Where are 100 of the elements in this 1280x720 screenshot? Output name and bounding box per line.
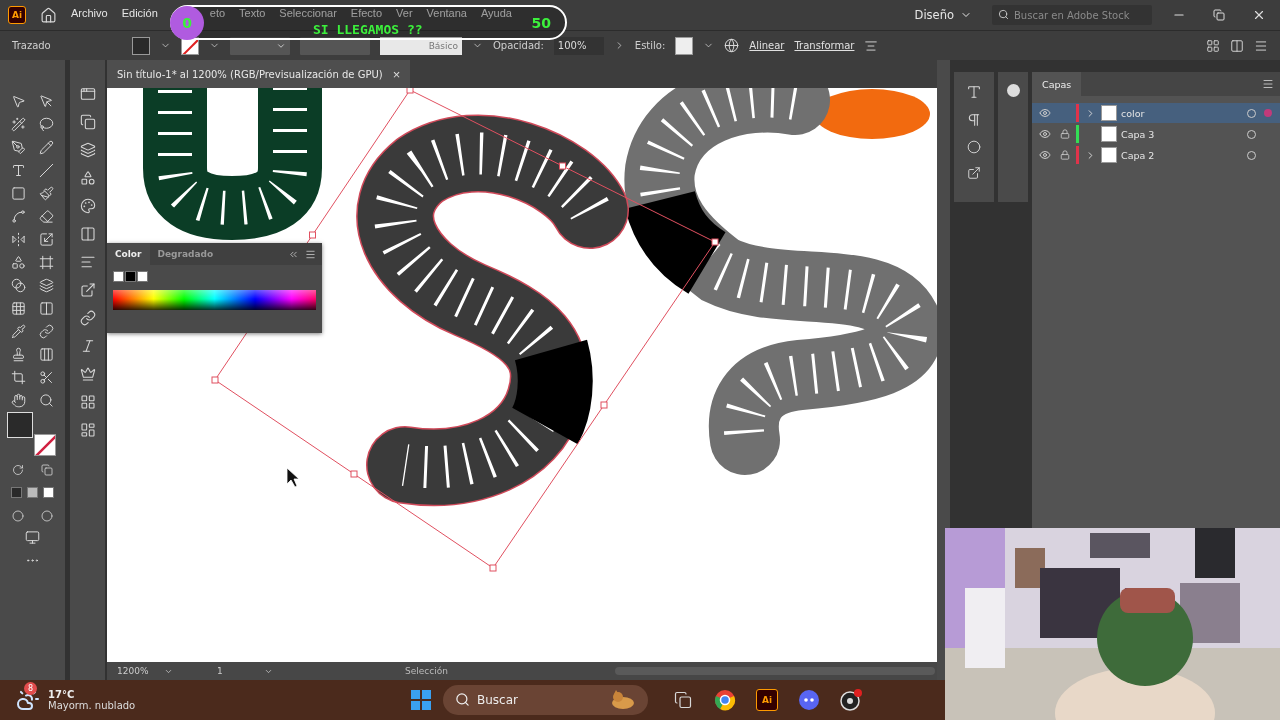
stroke-profile-dropdown[interactable]: Básico <box>380 36 462 55</box>
link-icon[interactable] <box>39 324 55 339</box>
color-spectrum[interactable] <box>113 290 316 310</box>
artboard-dropdown[interactable]: 1 <box>215 664 275 678</box>
frame-icon[interactable] <box>39 255 55 270</box>
layer-row[interactable]: Capa 3 <box>1032 124 1280 144</box>
search-field[interactable]: Buscar en Adobe Stock <box>992 5 1152 25</box>
taskbar-search-field[interactable]: Buscar <box>443 685 648 715</box>
hand-icon[interactable] <box>10 393 26 408</box>
scale-icon[interactable] <box>39 232 55 247</box>
character-icon[interactable] <box>966 84 982 100</box>
palette-icon[interactable] <box>79 198 96 214</box>
stroke-color-swatch[interactable] <box>33 434 56 456</box>
layer-name[interactable]: Capa 3 <box>1121 128 1243 140</box>
color-swatch[interactable] <box>137 271 148 282</box>
lock-icon[interactable] <box>1060 129 1070 139</box>
menu-item[interactable]: Ayuda <box>480 7 512 19</box>
grid-icon[interactable] <box>79 394 96 410</box>
eraser-icon[interactable] <box>39 209 55 224</box>
external-link-icon[interactable] <box>79 282 96 298</box>
menu-item[interactable]: Ver <box>396 7 413 19</box>
scissors-icon[interactable] <box>39 370 55 385</box>
pen-icon[interactable] <box>10 140 26 155</box>
selection-bounding-box[interactable] <box>211 88 719 572</box>
paragraph-icon[interactable] <box>966 112 982 128</box>
type-icon[interactable] <box>10 163 26 178</box>
close-tab-button[interactable]: × <box>392 66 401 82</box>
panel-tab[interactable]: Degradado <box>149 243 222 265</box>
layers-icon[interactable] <box>79 142 96 158</box>
shapes-icon[interactable] <box>79 170 96 186</box>
fill-color-swatch[interactable] <box>6 412 33 438</box>
chat-app-icon[interactable] <box>798 689 820 711</box>
browser-icon[interactable] <box>714 689 736 711</box>
menu-item[interactable]: Efecto <box>350 7 383 19</box>
window-icon[interactable] <box>79 86 96 102</box>
swap-icon[interactable] <box>12 463 25 476</box>
menu-item[interactable]: Seleccionar <box>279 7 337 19</box>
recorder-app-icon[interactable] <box>839 688 863 712</box>
opacity-field[interactable]: 100% <box>553 36 604 55</box>
menu-item[interactable]: Texto <box>239 7 266 19</box>
pencil-icon[interactable] <box>39 140 55 155</box>
eye-icon[interactable] <box>1039 149 1051 161</box>
rectangle-icon[interactable] <box>10 186 26 201</box>
panel-link[interactable]: Transformar <box>794 40 855 51</box>
color-swatch[interactable] <box>125 271 136 282</box>
layer-row[interactable]: color <box>1032 103 1280 123</box>
lasso-icon[interactable] <box>39 117 55 132</box>
panel-link[interactable]: Alinear <box>749 40 785 51</box>
crown-icon[interactable] <box>79 366 96 382</box>
illustrator-app-button[interactable]: Ai <box>756 689 778 711</box>
screen-mode-icon[interactable] <box>25 529 40 545</box>
direct-selection-arrow-icon[interactable] <box>39 94 55 109</box>
panel-tab[interactable]: Capas <box>1032 72 1082 96</box>
lock-icon[interactable] <box>1060 150 1070 160</box>
layers-icon[interactable] <box>39 278 55 293</box>
magnifier-icon[interactable] <box>39 393 55 408</box>
align-icon[interactable] <box>864 38 879 53</box>
reflect-icon[interactable] <box>10 232 26 247</box>
color-mode-swatch[interactable] <box>11 487 22 498</box>
stroke-weight-dropdown[interactable] <box>230 36 290 55</box>
selection-arrow-icon[interactable] <box>10 94 26 109</box>
app-logo[interactable]: Ai <box>8 6 26 24</box>
columns-icon[interactable] <box>39 347 55 362</box>
dashboard-icon[interactable] <box>79 422 96 438</box>
link-icon[interactable] <box>79 310 96 326</box>
menu-item[interactable]: Archivo <box>71 7 108 19</box>
menu-icon[interactable] <box>1254 38 1268 53</box>
menu-item[interactable]: Ventana <box>426 7 467 19</box>
line-icon[interactable] <box>39 163 55 178</box>
fill-swatch[interactable] <box>132 36 150 55</box>
crop-icon[interactable] <box>10 370 26 385</box>
gradient-icon[interactable] <box>39 301 55 316</box>
shapes-icon[interactable] <box>10 255 26 270</box>
style-swatch[interactable] <box>675 36 694 55</box>
stamp-icon[interactable] <box>10 347 26 362</box>
eye-icon[interactable] <box>1039 107 1051 119</box>
menu-item[interactable]: eto <box>209 7 226 19</box>
grid-icon[interactable] <box>1206 38 1220 53</box>
workspace-dropdown[interactable]: Diseño <box>908 7 978 23</box>
gradient-mode-swatch[interactable] <box>27 487 38 498</box>
align-icon[interactable] <box>79 254 96 270</box>
copy-icon[interactable] <box>79 114 96 130</box>
ring-icon[interactable] <box>967 140 981 154</box>
brush-icon[interactable] <box>39 186 55 201</box>
columns-icon[interactable] <box>1230 38 1244 53</box>
layer-row[interactable]: Capa 2 <box>1032 145 1280 165</box>
menu-icon[interactable] <box>1262 78 1274 90</box>
variable-width-dropdown[interactable] <box>300 36 370 55</box>
blend-icon[interactable] <box>10 278 26 293</box>
globe-icon[interactable] <box>724 38 740 53</box>
grid-icon[interactable] <box>10 301 26 316</box>
windows-logo-icon[interactable] <box>411 690 431 710</box>
curve-icon[interactable] <box>10 209 26 224</box>
zoom-dropdown[interactable]: 1200% <box>115 664 175 678</box>
menu-item[interactable]: Edición <box>121 7 158 19</box>
gradient-icon[interactable] <box>79 226 96 242</box>
layer-name[interactable]: Capa 2 <box>1121 149 1243 161</box>
home-icon[interactable] <box>40 6 57 24</box>
layer-name[interactable]: color <box>1121 107 1243 119</box>
eyedropper-icon[interactable] <box>10 324 26 339</box>
